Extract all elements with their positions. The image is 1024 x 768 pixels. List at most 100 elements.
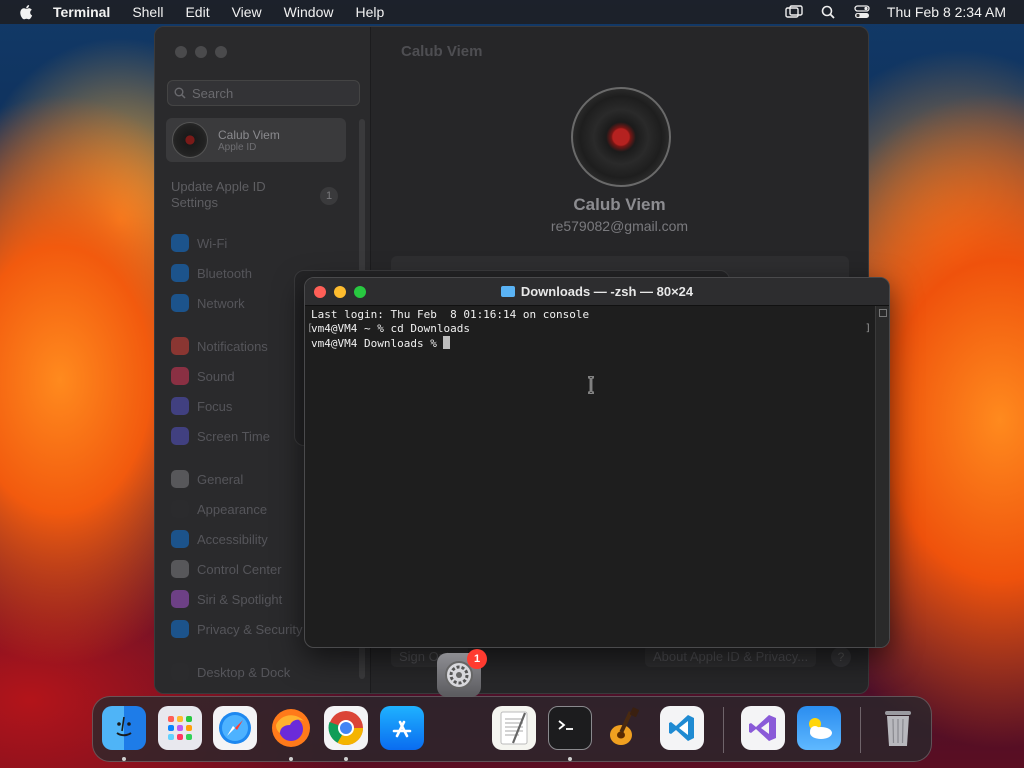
sidebar-item-privacy-security[interactable]: Privacy & Security — [171, 619, 302, 639]
chrome-icon[interactable] — [324, 706, 368, 750]
mark-bracket-right: ] — [864, 323, 871, 334]
sidebar-item-label: Sound — [197, 368, 235, 384]
sidebar-item-appearance[interactable]: Appearance — [171, 499, 267, 519]
sidebar-item-control-center[interactable]: Control Center — [171, 559, 282, 579]
terminal-line: vm4@VM4 ~ % cd Downloads — [311, 322, 470, 335]
dock — [92, 696, 932, 762]
terminal-line: Last login: Thu Feb 8 01:16:14 on consol… — [311, 308, 590, 321]
search-placeholder: Search — [192, 85, 234, 101]
sidebar-item-label: Notifications — [197, 338, 268, 354]
spotlight-search-icon[interactable] — [819, 4, 837, 20]
folder-icon — [500, 286, 515, 297]
profile-avatar[interactable] — [571, 87, 671, 187]
focus-icon — [171, 397, 189, 415]
sidebar-item-label: Screen Time — [197, 428, 270, 444]
scroll-marker-icon[interactable] — [879, 309, 887, 317]
avatar — [172, 122, 208, 158]
close-button[interactable] — [175, 46, 187, 58]
sidebar-item-bluetooth[interactable]: Bluetooth — [171, 263, 252, 283]
sidebar-item-sound[interactable]: Sound — [171, 366, 235, 386]
sidebar-item-label: General — [197, 471, 244, 487]
about-apple-id-button[interactable]: About Apple ID & Privacy... — [645, 645, 817, 667]
sidebar-item-network[interactable]: Network — [171, 293, 245, 313]
sidebar-item-siri-spotlight[interactable]: Siri & Spotlight — [171, 589, 282, 609]
sidebar-item-general[interactable]: General — [171, 469, 243, 489]
garageband-icon[interactable] — [603, 706, 647, 750]
terminal-scrollbar[interactable] — [875, 306, 889, 647]
menu-view[interactable]: View — [232, 4, 262, 20]
menu-shell[interactable]: Shell — [132, 4, 163, 20]
trash-icon[interactable] — [876, 706, 920, 750]
menu-help[interactable]: Help — [355, 4, 384, 20]
sidebar-item-notifications[interactable]: Notifications — [171, 336, 268, 356]
search-icon — [174, 87, 186, 99]
sidebar-item-screen-time[interactable]: Screen Time — [171, 426, 270, 446]
network-icon — [171, 294, 189, 312]
terminal-window[interactable]: Downloads — -zsh — 80×24 [ Last login: T… — [304, 277, 890, 648]
account-name: Calub Viem — [218, 127, 280, 142]
general-icon — [171, 470, 189, 488]
notification-badge: 1 — [467, 649, 487, 669]
terminal-title: Downloads — -zsh — 80×24 — [305, 284, 889, 299]
vscode-icon[interactable] — [660, 706, 704, 750]
terminal-output[interactable]: Last login: Thu Feb 8 01:16:14 on consol… — [311, 308, 873, 647]
control-center-icon — [171, 560, 189, 578]
sidebar-item-label: Control Center — [197, 561, 282, 577]
sidebar-item-label: Privacy & Security — [197, 621, 303, 637]
sidebar-item-label: Appearance — [197, 501, 268, 517]
finder-icon[interactable] — [102, 706, 146, 750]
menu-clock[interactable]: Thu Feb 8 2:34 AM — [887, 4, 1006, 20]
firefox-icon[interactable] — [269, 706, 313, 750]
sidebar-item-desktop-dock[interactable]: Desktop & Dock — [171, 662, 290, 682]
minimize-button[interactable] — [195, 46, 207, 58]
dock-separator — [723, 707, 724, 753]
sidebar-apple-id-account[interactable]: Calub Viem Apple ID — [166, 118, 346, 162]
visual-studio-icon[interactable] — [741, 706, 785, 750]
sidebar-item-label: Bluetooth — [197, 265, 252, 281]
settings-page-title: Calub Viem — [401, 43, 483, 60]
running-indicator — [289, 757, 293, 761]
running-indicator — [568, 757, 572, 761]
menu-edit[interactable]: Edit — [185, 4, 209, 20]
terminal-app-icon[interactable] — [548, 706, 592, 750]
text-cursor — [443, 336, 451, 349]
profile-name: Calub Viem — [573, 195, 666, 214]
sidebar-item-label: Siri & Spotlight — [197, 591, 283, 607]
siri-spotlight-icon — [171, 590, 189, 608]
screen-mirroring-icon[interactable] — [785, 4, 803, 20]
bluetooth-icon — [171, 264, 189, 282]
sidebar-item-label: Accessibility — [197, 531, 268, 547]
running-indicator — [122, 757, 126, 761]
privacy-security-icon — [171, 620, 189, 638]
zoom-button[interactable] — [215, 46, 227, 58]
dock-separator — [860, 707, 861, 753]
accessibility-icon — [171, 530, 189, 548]
sidebar-item-accessibility[interactable]: Accessibility — [171, 529, 268, 549]
settings-search-input[interactable]: Search — [167, 80, 360, 106]
sidebar-item-focus[interactable]: Focus — [171, 396, 232, 416]
ibeam-cursor-icon — [588, 376, 594, 394]
wi-fi-icon — [171, 234, 189, 252]
appearance-icon — [171, 500, 189, 518]
terminal-titlebar[interactable]: Downloads — -zsh — 80×24 — [305, 278, 889, 306]
screen-time-icon — [171, 427, 189, 445]
app-store-icon[interactable] — [380, 706, 424, 750]
sidebar-item-label: Focus — [197, 398, 233, 414]
menu-app-terminal[interactable]: Terminal — [53, 4, 110, 20]
profile-email: re579082@gmail.com — [550, 218, 689, 234]
weather-icon[interactable] — [797, 706, 841, 750]
safari-icon[interactable] — [213, 706, 257, 750]
terminal-title-text: Downloads — -zsh — 80×24 — [520, 284, 694, 299]
help-button[interactable]: ? — [831, 647, 851, 667]
account-subtitle: Apple ID — [218, 141, 257, 153]
menu-window[interactable]: Window — [284, 4, 334, 20]
sound-icon — [171, 367, 189, 385]
settings-window-controls — [175, 46, 227, 58]
sidebar-item-wi-fi[interactable]: Wi-Fi — [171, 233, 227, 253]
terminal-prompt: vm4@VM4 Downloads % — [311, 337, 444, 350]
textedit-icon[interactable] — [492, 706, 536, 750]
launchpad-icon[interactable] — [158, 706, 202, 750]
control-center-icon[interactable] — [853, 4, 871, 20]
sidebar-item-label: Network — [197, 295, 245, 311]
apple-menu-icon[interactable] — [19, 4, 33, 20]
